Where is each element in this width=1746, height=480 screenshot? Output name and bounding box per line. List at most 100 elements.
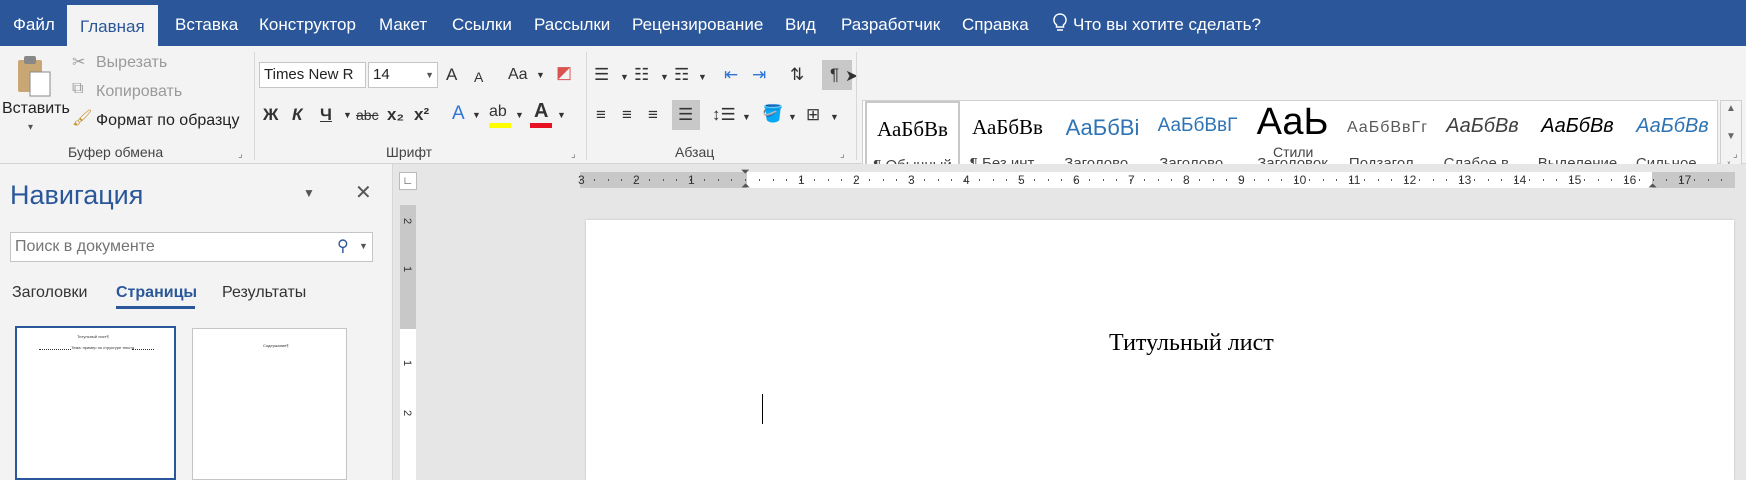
chevron-down-icon[interactable]: ▼ xyxy=(830,106,839,128)
tab-mailings[interactable]: Рассылки xyxy=(534,0,610,46)
paste-dropdown-arrow[interactable]: ▾ xyxy=(28,122,33,133)
text-effects-icon[interactable]: A xyxy=(452,103,465,125)
tab-references[interactable]: Ссылки xyxy=(452,0,512,46)
document-title: Титульный лист xyxy=(1109,330,1274,356)
styles-launcher-icon[interactable]: ⌟ xyxy=(1733,149,1738,160)
font-launcher-icon[interactable]: ⌟ xyxy=(571,149,576,160)
tab-headings[interactable]: Заголовки xyxy=(12,284,87,302)
align-right-icon[interactable]: ≡ xyxy=(648,104,658,126)
font-color-icon[interactable]: A xyxy=(534,100,548,122)
align-center-icon[interactable]: ≡ xyxy=(622,104,632,126)
tab-developer[interactable]: Разработчик xyxy=(841,0,940,46)
ruler-tick-mark xyxy=(1198,179,1200,181)
tab-insert[interactable]: Вставка xyxy=(175,0,238,46)
tab-pages[interactable]: Страницы xyxy=(116,284,197,302)
pilcrow-icon: ¶ xyxy=(830,65,840,84)
chevron-down-icon[interactable]: ▼ xyxy=(620,66,629,88)
italic-button[interactable]: К xyxy=(292,104,302,126)
format-painter-button[interactable]: Формат по образцу xyxy=(96,112,239,130)
font-size-combo[interactable]: 14 ▼ xyxy=(368,62,438,88)
ruler-tick-mark xyxy=(827,179,829,181)
borders-icon[interactable]: ⊞ xyxy=(806,104,820,126)
paste-button[interactable]: Вставить xyxy=(2,100,70,118)
ruler-tick-mark xyxy=(1611,179,1613,181)
document-page[interactable]: Титульный лист xyxy=(586,220,1734,480)
chevron-up-icon[interactable]: ▲ xyxy=(1726,103,1736,114)
bold-button[interactable]: Ж xyxy=(263,104,278,126)
tab-file[interactable]: Файл xyxy=(13,0,55,46)
clipboard-launcher-icon[interactable]: ⌟ xyxy=(238,149,243,160)
nav-options-chevron-icon[interactable]: ▼ xyxy=(303,186,315,200)
chevron-down-icon[interactable]: ▼ xyxy=(698,66,707,88)
ruler-tick-mark xyxy=(1377,179,1379,181)
multilevel-list-icon[interactable]: ☶ xyxy=(674,64,689,86)
tab-home[interactable]: Главная xyxy=(67,5,158,46)
tab-selector-icon[interactable]: ∟ xyxy=(399,172,417,190)
sort-icon[interactable]: ⇅ xyxy=(790,64,804,86)
ruler-tick-mark xyxy=(607,179,609,181)
search-input[interactable] xyxy=(15,236,335,258)
chevron-down-icon[interactable]: ▼ xyxy=(359,241,368,251)
grow-font-button[interactable]: A xyxy=(446,64,457,86)
style-sample: АаБбВв xyxy=(1541,115,1614,137)
chevron-down-icon[interactable]: ▼ xyxy=(536,64,545,86)
align-left-icon[interactable]: ≡ xyxy=(596,104,606,126)
line-spacing-icon[interactable]: ↕☰ xyxy=(712,104,736,126)
justify-button[interactable]: ☰ xyxy=(672,100,700,130)
ruler-tick-mark xyxy=(1075,179,1076,181)
copy-button[interactable]: Копировать xyxy=(96,83,182,101)
numbering-icon[interactable]: ☷ xyxy=(634,64,649,86)
strikethrough-button[interactable]: abc xyxy=(356,104,379,126)
tab-help[interactable]: Справка xyxy=(962,0,1029,46)
page-thumbnail[interactable]: Содержание¶ xyxy=(192,328,347,480)
tab-review[interactable]: Рецензирование xyxy=(632,0,763,46)
chevron-down-icon[interactable]: ▼ xyxy=(1726,131,1736,142)
chevron-down-icon[interactable]: ▼ xyxy=(788,106,797,128)
tab-design[interactable]: Конструктор xyxy=(259,0,356,46)
right-indent-marker[interactable]: ⏶ xyxy=(1648,180,1657,193)
change-case-button[interactable]: Aa xyxy=(508,64,528,86)
decrease-indent-icon[interactable]: ⇤ xyxy=(724,64,738,86)
tab-layout[interactable]: Макет xyxy=(379,0,427,46)
bullets-icon[interactable]: ☰ xyxy=(594,64,609,86)
clear-formatting-icon[interactable]: ◩ xyxy=(556,62,572,84)
ribbon-tab-bar: Файл Главная Вставка Конструктор Макет С… xyxy=(0,0,1746,46)
tell-me-search[interactable]: Что вы хотите сделать? xyxy=(1073,0,1261,46)
ruler-tick-label: 6 xyxy=(1073,173,1080,187)
ruler-tick-mark xyxy=(1336,179,1338,181)
superscript-button[interactable]: x² xyxy=(414,104,429,126)
cut-button[interactable]: Вырезать xyxy=(96,54,167,72)
chevron-down-icon[interactable]: ▼ xyxy=(472,104,481,126)
shrink-font-button[interactable]: A xyxy=(474,66,483,88)
tab-view[interactable]: Вид xyxy=(785,0,816,46)
chevron-down-icon[interactable]: ▼ xyxy=(343,104,352,126)
shading-icon[interactable]: 🪣 xyxy=(762,103,783,125)
left-indent-marker[interactable]: ⏶ xyxy=(741,180,750,193)
chevron-down-icon[interactable]: ▼ xyxy=(660,66,669,88)
ruler-tick-mark xyxy=(1088,179,1090,181)
nav-search-box[interactable]: ⚲ ▼ xyxy=(10,232,373,262)
ruler-tick-mark xyxy=(1693,179,1695,181)
page-thumbnail[interactable]: Титульный лист¶ Тема: пример по структур… xyxy=(15,326,176,480)
ruler-tick-mark xyxy=(1556,179,1558,181)
chevron-down-icon[interactable]: ▼ xyxy=(515,104,524,126)
vertical-scrollbar[interactable] xyxy=(1734,205,1746,480)
search-icon[interactable]: ⚲ xyxy=(337,236,349,256)
ruler-tick-mark xyxy=(758,179,760,181)
chevron-down-icon[interactable]: ▼ xyxy=(557,104,566,126)
tab-results[interactable]: Результаты xyxy=(222,284,306,302)
close-icon[interactable]: ✕ xyxy=(355,180,372,205)
paragraph-launcher-icon[interactable]: ⌟ xyxy=(840,149,845,160)
font-name-combo[interactable]: Times New R xyxy=(259,62,366,88)
first-line-indent-marker[interactable]: ⏷ xyxy=(741,166,750,179)
paintbrush-icon: 🖌 xyxy=(72,110,93,127)
ruler-tick-mark xyxy=(1570,179,1571,181)
highlight-icon[interactable]: ab xyxy=(489,101,507,123)
ruler-tick-mark xyxy=(841,179,843,181)
chevron-down-icon[interactable]: ▼ xyxy=(742,106,751,128)
ruler-tick-label: 1 xyxy=(688,173,695,187)
underline-button[interactable]: Ч xyxy=(320,104,332,126)
ruler-tick-mark xyxy=(1666,179,1668,181)
subscript-button[interactable]: x₂ xyxy=(387,104,404,126)
increase-indent-icon[interactable]: ⇥ xyxy=(752,64,766,86)
